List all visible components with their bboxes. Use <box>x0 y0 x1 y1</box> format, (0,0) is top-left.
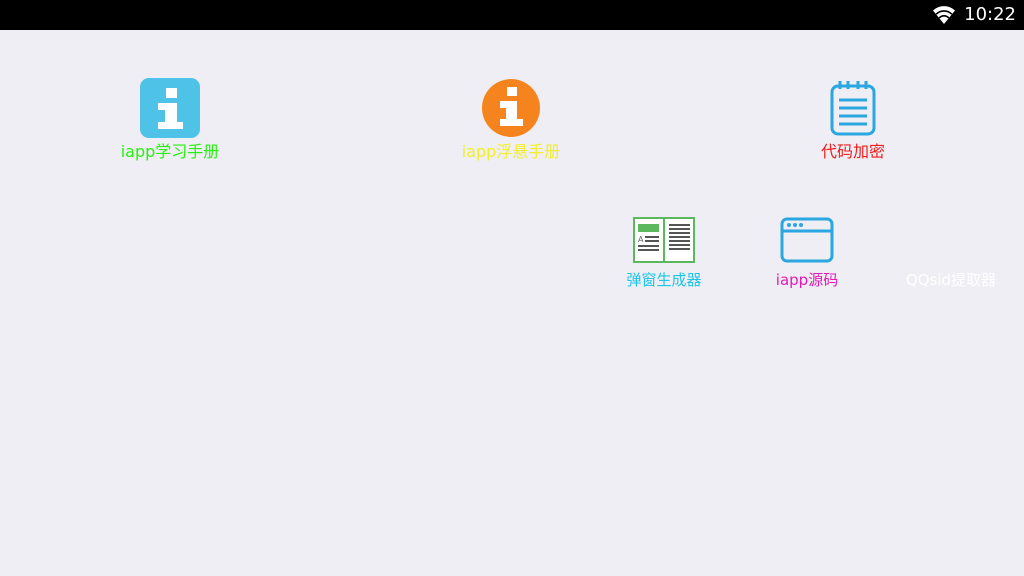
wifi-icon <box>933 6 956 24</box>
svg-text:A: A <box>638 235 644 244</box>
app-label: 代码加密 <box>820 142 885 161</box>
app-iapp-float-manual[interactable]: iapp浮悬手册 <box>451 78 571 162</box>
status-bar: 10:22 <box>0 0 1024 30</box>
browser-window-icon <box>780 216 834 264</box>
app-label: iapp源码 <box>775 271 839 289</box>
app-label: iapp浮悬手册 <box>461 142 561 161</box>
info-square-icon <box>140 78 200 138</box>
app-label: iapp学习手册 <box>120 142 220 161</box>
app-popup-generator[interactable]: A 弹窗生成器 <box>614 216 714 290</box>
app-icon-placeholder <box>924 216 978 264</box>
clock: 10:22 <box>964 4 1016 25</box>
info-circle-icon <box>481 78 541 138</box>
app-qqsid-extractor[interactable]: QQsid提取器 <box>898 216 1004 290</box>
notepad-icon <box>823 78 883 138</box>
app-label: QQsid提取器 <box>905 271 997 289</box>
open-book-icon: A <box>633 216 695 264</box>
app-code-encrypt[interactable]: 代码加密 <box>793 78 913 162</box>
app-label: 弹窗生成器 <box>626 271 702 289</box>
status-icons: 10:22 <box>932 0 1016 30</box>
app-iapp-study-manual[interactable]: iapp学习手册 <box>110 78 230 162</box>
app-iapp-source[interactable]: iapp源码 <box>757 216 857 290</box>
